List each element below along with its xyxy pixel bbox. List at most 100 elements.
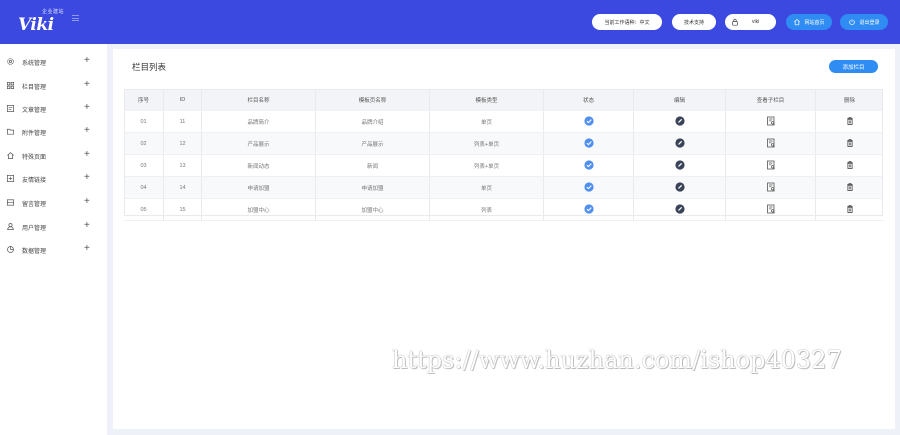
message-icon bbox=[6, 199, 15, 206]
trash-icon[interactable] bbox=[845, 160, 855, 172]
delete-cell bbox=[816, 177, 883, 198]
sidebar-item-label: 系统管理 bbox=[22, 61, 47, 67]
expand-plus-icon[interactable]: + bbox=[84, 220, 90, 232]
sidebar-item-columns[interactable]: 栏目管理 + bbox=[0, 78, 107, 94]
status-cell bbox=[544, 177, 634, 198]
sidebar-item-messages[interactable]: 留言管理 + bbox=[0, 195, 107, 211]
menu-toggle-icon[interactable] bbox=[72, 15, 79, 21]
sidebar-item-special-pages[interactable]: 特殊页面 + bbox=[0, 148, 107, 164]
table-row: 04 14 申请加盟 申请加盟 单页 bbox=[124, 177, 883, 199]
edit-cell bbox=[634, 155, 726, 176]
trash-icon[interactable] bbox=[845, 204, 855, 216]
view-children-cell bbox=[726, 111, 816, 132]
edit-cell bbox=[634, 111, 726, 132]
edit-icon[interactable] bbox=[674, 181, 685, 194]
status-check-icon[interactable] bbox=[583, 115, 594, 128]
site-home-button[interactable]: 网站首页 bbox=[786, 14, 832, 30]
language-button-label: 当前工作语种：中文 bbox=[604, 19, 650, 26]
expand-plus-icon[interactable]: + bbox=[84, 149, 90, 161]
status-cell bbox=[544, 133, 634, 154]
sidebar-item-links[interactable]: 友情链接 + bbox=[0, 171, 107, 187]
table-cell: 加盟中心 bbox=[202, 199, 316, 220]
edit-cell bbox=[634, 133, 726, 154]
table-cell: 02 bbox=[124, 133, 164, 154]
table-cell: 列表 bbox=[430, 199, 544, 220]
table-cell: 01 bbox=[124, 111, 164, 132]
sidebar-item-label: 特殊页面 bbox=[22, 155, 47, 161]
edit-icon[interactable] bbox=[674, 203, 685, 216]
sidebar: 系统管理 + 栏目管理 + 文章管理 + 附件管理 + 特殊页面 + 友情链接 … bbox=[0, 44, 107, 435]
view-subcolumns-icon[interactable] bbox=[766, 204, 776, 216]
table-cell: 申请加盟 bbox=[316, 177, 430, 198]
expand-plus-icon[interactable]: + bbox=[84, 79, 90, 91]
sidebar-item-label: 留言管理 bbox=[22, 202, 47, 208]
view-subcolumns-icon[interactable] bbox=[766, 116, 776, 128]
table-cell: 新闻动态 bbox=[202, 155, 316, 176]
sidebar-item-label: 友情链接 bbox=[22, 178, 47, 184]
table-cell: 列表+单页 bbox=[430, 133, 544, 154]
table-cell: 新闻 bbox=[316, 155, 430, 176]
view-subcolumns-icon[interactable] bbox=[766, 182, 776, 194]
view-subcolumns-icon[interactable] bbox=[766, 138, 776, 150]
sidebar-item-label: 数据管理 bbox=[22, 249, 47, 255]
add-column-button[interactable]: 添加栏目 bbox=[829, 60, 878, 73]
expand-plus-icon[interactable]: + bbox=[84, 196, 90, 208]
edit-icon[interactable] bbox=[674, 115, 685, 128]
trash-icon[interactable] bbox=[845, 116, 855, 128]
user-button-label: viki bbox=[752, 19, 760, 25]
table-cell: 15 bbox=[164, 199, 202, 220]
table-cell: 申请加盟 bbox=[202, 177, 316, 198]
column-header: 查看子栏目 bbox=[726, 89, 816, 110]
table-cell: 13 bbox=[164, 155, 202, 176]
sidebar-item-attachments[interactable]: 附件管理 + bbox=[0, 124, 107, 140]
status-cell bbox=[544, 111, 634, 132]
table-cell: 04 bbox=[124, 177, 164, 198]
status-cell bbox=[544, 155, 634, 176]
trash-icon[interactable] bbox=[845, 138, 855, 150]
sidebar-item-system[interactable]: 系统管理 + bbox=[0, 54, 107, 70]
table-cell: 单页 bbox=[430, 177, 544, 198]
sidebar-item-data[interactable]: 数据管理 + bbox=[0, 242, 107, 258]
edit-icon[interactable] bbox=[674, 159, 685, 172]
language-button[interactable]: 当前工作语种：中文 bbox=[592, 14, 662, 30]
status-check-icon[interactable] bbox=[583, 203, 594, 216]
expand-plus-icon[interactable]: + bbox=[84, 55, 90, 67]
expand-plus-icon[interactable]: + bbox=[84, 243, 90, 255]
sidebar-item-users[interactable]: 用户管理 + bbox=[0, 219, 107, 235]
status-check-icon[interactable] bbox=[583, 159, 594, 172]
table-row: 05 15 加盟中心 加盟中心 列表 bbox=[124, 199, 883, 221]
edit-icon[interactable] bbox=[674, 137, 685, 150]
column-header: ID bbox=[164, 89, 202, 110]
table-header: 序号 ID 栏目名称 模板页名称 模板类型 状态 编辑 查看子栏目 删除 bbox=[124, 89, 883, 111]
trash-icon[interactable] bbox=[845, 182, 855, 194]
folder-icon bbox=[6, 128, 15, 135]
delete-cell bbox=[816, 199, 883, 220]
column-header: 编辑 bbox=[634, 89, 726, 110]
table-row: 01 11 品牌简介 品牌介绍 单页 bbox=[124, 111, 883, 133]
table-cell: 品牌介绍 bbox=[316, 111, 430, 132]
table-row: 03 13 新闻动态 新闻 列表+单页 bbox=[124, 155, 883, 177]
table-cell: 03 bbox=[124, 155, 164, 176]
status-check-icon[interactable] bbox=[583, 181, 594, 194]
expand-plus-icon[interactable]: + bbox=[84, 125, 90, 137]
tech-support-label: 技术支持 bbox=[683, 19, 704, 26]
logo[interactable]: 企业建站 Viki bbox=[12, 8, 72, 35]
view-subcolumns-icon[interactable] bbox=[766, 160, 776, 172]
view-children-cell bbox=[726, 155, 816, 176]
tech-support-button[interactable]: 技术支持 bbox=[672, 14, 716, 30]
expand-plus-icon[interactable]: + bbox=[84, 172, 90, 184]
power-icon bbox=[849, 19, 856, 25]
user-button[interactable]: viki bbox=[725, 14, 776, 30]
expand-plus-icon[interactable]: + bbox=[84, 102, 90, 114]
table-cell: 加盟中心 bbox=[316, 199, 430, 220]
status-check-icon[interactable] bbox=[583, 137, 594, 150]
logout-button[interactable]: 退出登录 bbox=[840, 14, 888, 30]
table-cell: 12 bbox=[164, 133, 202, 154]
user-icon bbox=[7, 223, 14, 231]
edit-cell bbox=[634, 177, 726, 198]
sidebar-item-articles[interactable]: 文章管理 + bbox=[0, 101, 107, 117]
column-header: 状态 bbox=[544, 89, 634, 110]
article-icon bbox=[6, 104, 15, 113]
page-title: 栏目列表 bbox=[132, 62, 167, 72]
delete-cell bbox=[816, 133, 883, 154]
